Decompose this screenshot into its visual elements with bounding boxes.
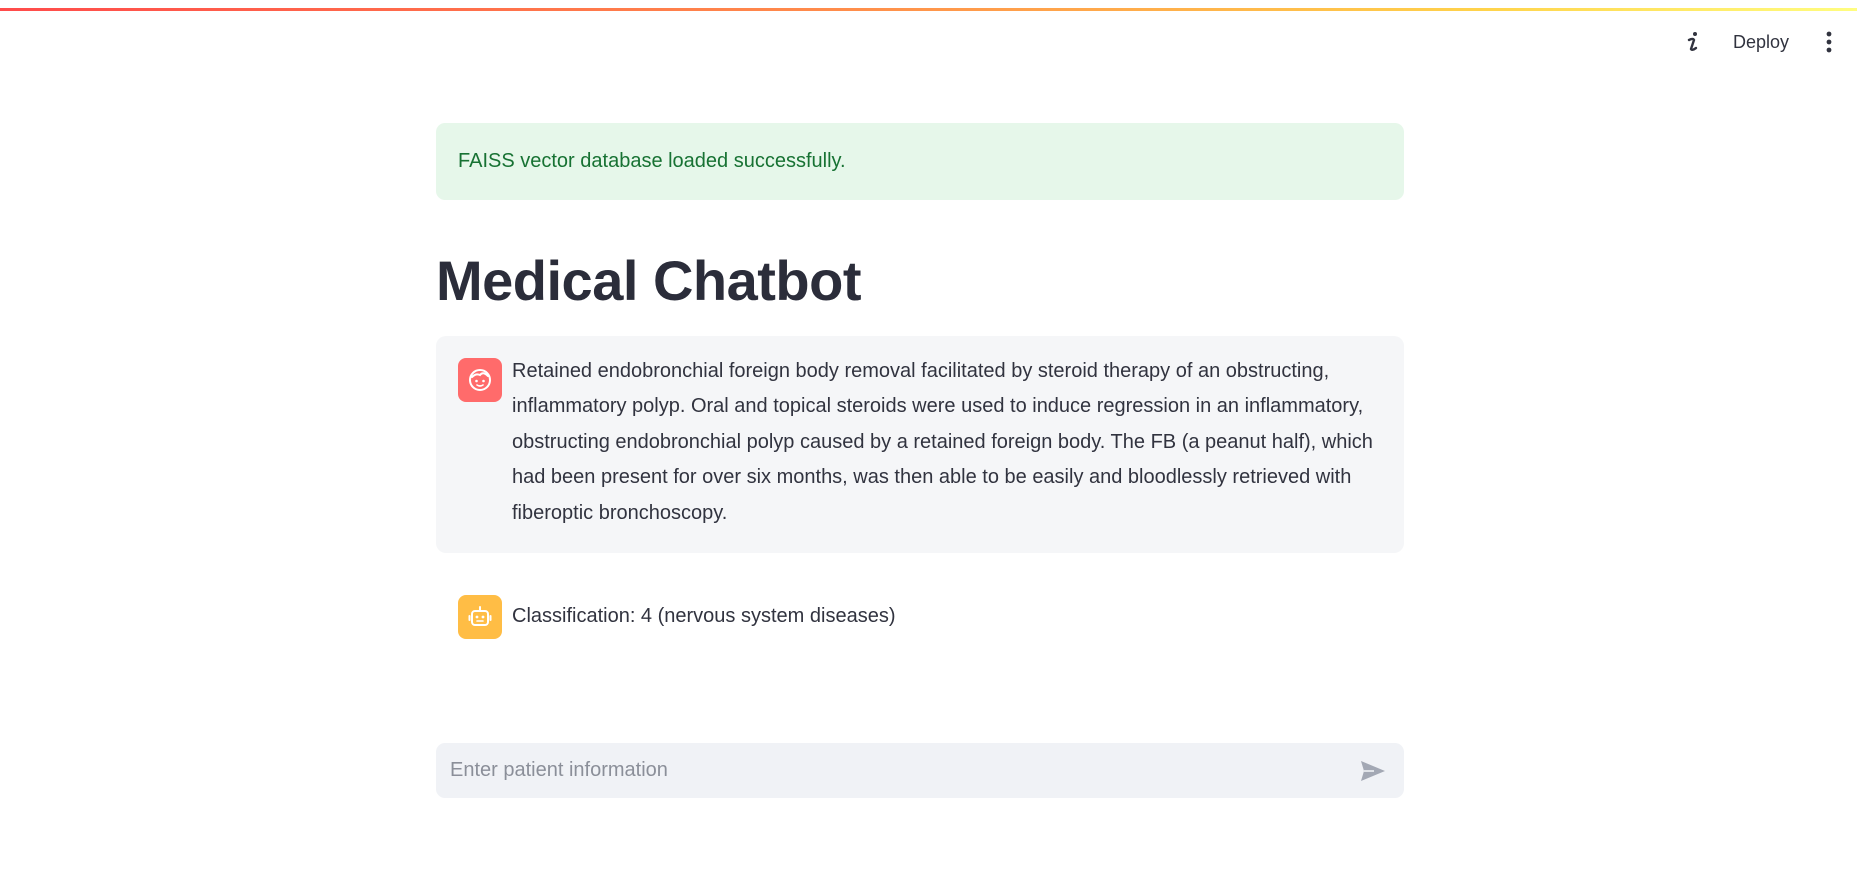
alert-text: FAISS vector database loaded successfull… — [458, 150, 846, 172]
chat-input-container — [436, 743, 1404, 798]
app-toolbar: Deploy — [1679, 26, 1843, 58]
chat-message-user: Retained endobronchial foreign body remo… — [436, 335, 1404, 554]
send-icon[interactable] — [1356, 754, 1390, 788]
chat-message-text: Retained endobronchial foreign body remo… — [512, 359, 1373, 524]
page-title: Medical Chatbot — [436, 249, 861, 312]
success-alert: FAISS vector database loaded successfull… — [436, 123, 1404, 200]
robot-icon — [458, 595, 502, 640]
more-vertical-icon[interactable] — [1815, 28, 1843, 56]
main-content: FAISS vector database loaded successfull… — [436, 123, 1404, 661]
chat-message-assistant: Classification: 4 (nervous system diseas… — [436, 573, 1404, 661]
chat-input[interactable] — [448, 758, 1356, 783]
top-decoration-bar — [0, 8, 1857, 11]
chat-message-text: Classification: 4 (nervous system diseas… — [512, 605, 896, 628]
deploy-button[interactable]: Deploy — [1725, 28, 1797, 57]
face-icon — [458, 357, 502, 402]
info-icon[interactable] — [1679, 28, 1707, 56]
